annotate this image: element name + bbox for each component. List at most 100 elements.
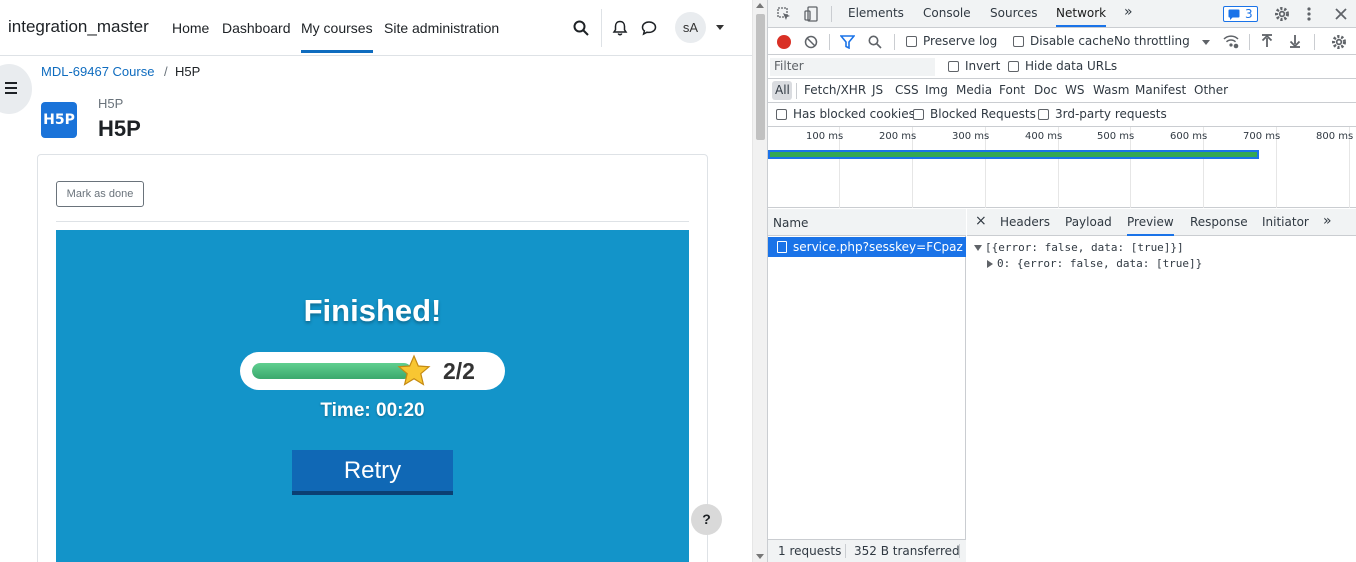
- breadcrumb-course-link[interactable]: MDL-69467 Course: [41, 64, 154, 79]
- user-menu-chevron-down-icon[interactable]: [716, 25, 724, 30]
- score-progress-fill: [252, 363, 412, 379]
- clear-icon[interactable]: [804, 35, 818, 49]
- divider: [56, 221, 689, 222]
- search-icon[interactable]: [868, 35, 882, 49]
- close-detail-icon[interactable]: ×: [975, 213, 987, 229]
- type-all[interactable]: All: [775, 83, 790, 97]
- issues-badge[interactable]: 3: [1223, 6, 1258, 22]
- issues-count: 3: [1245, 7, 1253, 21]
- timeline-tick-label: 100 ms: [806, 131, 844, 142]
- time-text: Time: 00:20: [320, 400, 425, 421]
- type-media[interactable]: Media: [956, 83, 992, 97]
- more-tabs-icon[interactable]: »: [1124, 4, 1133, 20]
- module-type-label: H5P: [98, 96, 124, 111]
- network-overview-timeline[interactable]: 100 ms 200 ms 300 ms 400 ms 500 ms 600 m…: [768, 127, 1356, 208]
- tab-headers[interactable]: Headers: [1000, 215, 1050, 229]
- invert-checkbox[interactable]: [948, 61, 959, 72]
- status-divider: [845, 544, 846, 558]
- nav-dashboard[interactable]: Dashboard: [222, 20, 291, 36]
- record-icon[interactable]: [777, 35, 791, 49]
- request-list-header: Name: [768, 209, 966, 236]
- type-font[interactable]: Font: [999, 83, 1025, 97]
- filter-input[interactable]: Filter: [770, 58, 935, 76]
- tab-payload[interactable]: Payload: [1065, 215, 1112, 229]
- tab-initiator[interactable]: Initiator: [1262, 215, 1309, 229]
- scroll-up-icon[interactable]: [756, 3, 764, 8]
- type-doc[interactable]: Doc: [1034, 83, 1057, 97]
- search-icon[interactable]: [573, 20, 589, 36]
- blocked-requests-checkbox[interactable]: [913, 109, 924, 120]
- tab-elements[interactable]: Elements: [848, 6, 904, 20]
- score-text: 2/2: [443, 358, 475, 384]
- request-flags-bar: Has blocked cookies Blocked Requests 3rd…: [768, 103, 1356, 127]
- nav-my-courses[interactable]: My courses: [301, 20, 373, 53]
- message-icon[interactable]: [641, 20, 657, 36]
- has-blocked-cookies-checkbox[interactable]: [776, 109, 787, 120]
- nav-separator: [601, 9, 602, 47]
- help-button[interactable]: ?: [691, 504, 722, 535]
- network-conditions-icon[interactable]: [1223, 34, 1239, 49]
- transferred-size: 352 B transferred: [854, 544, 960, 558]
- type-fetch-xhr[interactable]: Fetch/XHR: [804, 83, 866, 97]
- request-count: 1 requests: [778, 544, 842, 558]
- tab-preview[interactable]: Preview: [1127, 215, 1174, 236]
- disable-cache-checkbox[interactable]: [1013, 36, 1024, 47]
- bell-icon[interactable]: [612, 20, 628, 36]
- nav-home[interactable]: Home: [172, 20, 209, 36]
- type-manifest[interactable]: Manifest: [1135, 83, 1186, 97]
- more-detail-tabs-icon[interactable]: »: [1323, 213, 1332, 229]
- score-bar: 2/2: [240, 352, 505, 390]
- site-brand[interactable]: integration_master: [8, 17, 149, 37]
- preview-item-line: 0: {error: false, data: [true]}: [997, 257, 1203, 270]
- type-divider: [796, 83, 797, 99]
- scrollbar-thumb[interactable]: [756, 14, 765, 140]
- resource-type-filters: All Fetch/XHR JS CSS Img Media Font Doc …: [768, 79, 1356, 103]
- course-index-toggle-button[interactable]: [0, 64, 32, 114]
- disable-cache-label: Disable cache: [1030, 34, 1114, 48]
- scroll-down-icon[interactable]: [756, 554, 764, 559]
- nav-site-administration[interactable]: Site administration: [384, 20, 499, 36]
- expand-arrow-icon[interactable]: [974, 245, 982, 251]
- preserve-log-checkbox[interactable]: [906, 36, 917, 47]
- mark-as-done-button[interactable]: Mark as done: [56, 181, 144, 207]
- network-settings-gear-icon[interactable]: [1331, 34, 1347, 50]
- toolbar-divider: [1314, 34, 1315, 50]
- tab-network[interactable]: Network: [1056, 6, 1107, 27]
- device-toolbar-icon[interactable]: [804, 6, 818, 22]
- request-name: service.php?sesskey=FCpazG...: [793, 240, 963, 254]
- document-icon: [777, 241, 787, 253]
- user-avatar[interactable]: sA: [675, 12, 706, 43]
- retry-button[interactable]: Retry: [292, 450, 453, 495]
- type-other[interactable]: Other: [1194, 83, 1228, 97]
- throttling-select[interactable]: No throttling: [1114, 34, 1190, 48]
- filter-icon[interactable]: [840, 35, 855, 49]
- tab-response[interactable]: Response: [1190, 215, 1248, 229]
- request-row[interactable]: service.php?sesskey=FCpazG...: [768, 237, 966, 257]
- settings-gear-icon[interactable]: [1274, 6, 1290, 22]
- type-ws[interactable]: WS: [1065, 83, 1084, 97]
- column-name[interactable]: Name: [773, 216, 808, 230]
- page-scrollbar[interactable]: [752, 0, 767, 562]
- throttling-chevron-down-icon[interactable]: [1202, 40, 1210, 45]
- inspect-element-icon[interactable]: [777, 7, 791, 21]
- export-har-icon[interactable]: [1289, 34, 1301, 48]
- import-har-icon[interactable]: [1261, 34, 1273, 48]
- finished-heading: Finished!: [303, 293, 442, 328]
- request-detail-panel: × Headers Payload Preview Response Initi…: [967, 209, 1356, 562]
- hide-data-urls-checkbox[interactable]: [1008, 61, 1019, 72]
- top-navbar: integration_master Home Dashboard My cou…: [0, 0, 752, 56]
- third-party-requests-checkbox[interactable]: [1038, 109, 1049, 120]
- type-css[interactable]: CSS: [895, 83, 919, 97]
- tab-sources[interactable]: Sources: [990, 6, 1037, 20]
- tab-console[interactable]: Console: [923, 6, 971, 20]
- h5p-content: Finished! 2/2 Time: 00:20 Retry: [56, 230, 689, 562]
- waterfall-request-bar: [768, 150, 1259, 159]
- type-js[interactable]: JS: [872, 83, 883, 97]
- type-img[interactable]: Img: [925, 83, 948, 97]
- issues-chat-icon: [1228, 9, 1240, 20]
- collapse-arrow-icon[interactable]: [987, 260, 993, 268]
- filter-bar: Filter Invert Hide data URLs: [768, 55, 1356, 79]
- type-wasm[interactable]: Wasm: [1093, 83, 1129, 97]
- close-devtools-icon[interactable]: [1335, 8, 1347, 20]
- kebab-menu-icon[interactable]: [1306, 6, 1312, 22]
